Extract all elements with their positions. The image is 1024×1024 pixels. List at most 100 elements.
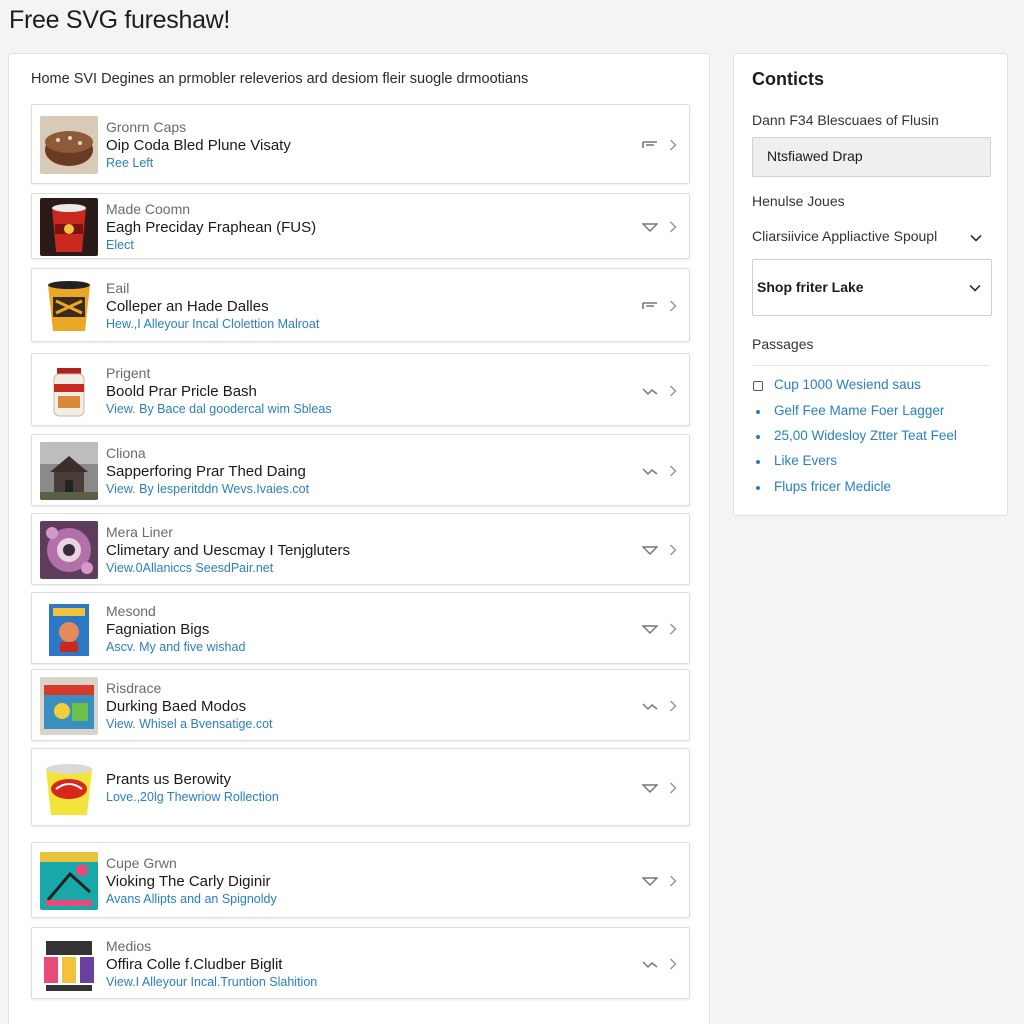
item-text: Gronrn Caps Oip Coda Bled Plune Visaty Ree… <box>106 118 619 172</box>
passage-link[interactable]: 25,00 Widesloy Ztter Teat Feel <box>752 428 992 446</box>
item-link[interactable]: View. By Bace dal goodercal wim Sbleas <box>106 401 619 418</box>
item-link[interactable]: Avans Allipts and an Spignoldy <box>106 891 619 908</box>
item-title: Climetary and Uescmay I Tenjgluters <box>106 542 350 559</box>
chevron-right-icon[interactable] <box>667 464 679 478</box>
passage-link[interactable]: Cup 1000 Wesiend saus <box>752 377 992 395</box>
item-title: Oip Coda Bled Plune Visaty <box>106 137 291 154</box>
item-category: Gronrn Caps <box>106 119 187 135</box>
passages-label: Passages <box>752 336 814 352</box>
item-title: Boold Prar Pricle Bash <box>106 383 257 400</box>
bullet-icon <box>756 486 760 490</box>
chevron-right-icon[interactable] <box>667 699 679 713</box>
passage-link-label: Like Evers <box>774 453 838 468</box>
list-item[interactable]: Made Coomn Eagh Preciday Fraphean (FUS) El… <box>31 193 690 259</box>
share-icon[interactable] <box>641 464 659 478</box>
item-thumbnail <box>40 362 98 420</box>
chevron-right-icon[interactable] <box>667 384 679 398</box>
item-link[interactable]: Hew.,I Alleyour Incal Clolettion Malroat <box>106 316 619 333</box>
item-category: Eail <box>106 280 130 296</box>
chevron-down-icon <box>969 284 981 292</box>
item-link[interactable]: View. Whisel a Bvensatige.cot <box>106 716 619 733</box>
chevron-right-icon[interactable] <box>667 220 679 234</box>
share-icon[interactable] <box>641 384 659 398</box>
item-text: Made Coomn Eagh Preciday Fraphean (FUS) El… <box>106 200 619 254</box>
item-text: Eail Colleper an Hade Dalles Hew.,I Alleyo… <box>106 279 619 333</box>
shop-filter-select[interactable]: Shop friter Lake <box>752 259 992 316</box>
list-item[interactable]: Eail Colleper an Hade Dalles Hew.,I Alleyo… <box>31 268 690 342</box>
item-category: Made Coomn <box>106 201 191 217</box>
item-link[interactable]: Ascv. My and five wishad <box>106 639 619 656</box>
tag-icon[interactable] <box>641 622 659 636</box>
checkbox-icon[interactable] <box>753 381 763 391</box>
item-title: Prants us Berowity <box>106 771 232 788</box>
passage-link-label: Cup 1000 Wesiend saus <box>774 377 921 392</box>
chevron-right-icon[interactable] <box>667 299 679 313</box>
chevron-right-icon[interactable] <box>667 138 679 152</box>
passage-link[interactable]: Flups fricer Medicle <box>752 479 992 497</box>
chevron-right-icon[interactable] <box>667 874 679 888</box>
item-category: Mera Liner <box>106 524 173 540</box>
item-thumbnail <box>40 677 98 735</box>
chevron-right-icon[interactable] <box>667 957 679 971</box>
chevron-right-icon[interactable] <box>667 781 679 795</box>
tag-icon[interactable] <box>641 874 659 888</box>
passage-link-label: Flups fricer Medicle <box>774 479 892 494</box>
chevron-down-icon <box>970 234 982 242</box>
item-text: Cupe Grwn Vioking The Carly Diginir Avans … <box>106 854 619 908</box>
page-title: Free SVG fureshaw! <box>9 6 231 34</box>
item-title: Colleper an Hade Dalles <box>106 298 269 315</box>
item-link[interactable]: View.0Allaniccs SeesdPair.net <box>106 560 619 577</box>
item-link[interactable]: View. By lesperitddn Wevs.Ivaies.cot <box>106 481 619 498</box>
bullet-icon <box>756 460 760 464</box>
list-item[interactable]: Medios Offira Colle f.Cludber Biglit View.… <box>31 927 690 999</box>
item-text: Cliona Sapperforing Prar Thed Daing View. … <box>106 444 619 498</box>
shop-filter-value: Shop friter Lake <box>757 279 864 295</box>
item-category: Mesond <box>106 603 156 619</box>
list-item[interactable]: Prants us Berowity Love.,20lg Thewriow Ro… <box>31 748 690 826</box>
item-text: Risdrace Durking Baed Modos View. Whisel a… <box>106 679 619 733</box>
flag-icon[interactable] <box>641 299 659 313</box>
item-title: Eagh Preciday Fraphean (FUS) <box>106 219 317 236</box>
item-text: Medios Offira Colle f.Cludber Biglit View.… <box>106 937 619 991</box>
item-thumbnail <box>40 600 98 658</box>
contacts-heading: Conticts <box>752 69 824 89</box>
item-link[interactable]: Love.,20lg Thewriow Rollection <box>106 789 619 806</box>
tag-icon[interactable] <box>641 543 659 557</box>
item-text: Mesond Fagniation Bigs Ascv. My and five w… <box>106 602 619 656</box>
item-title: Offira Colle f.Cludber Biglit <box>106 956 283 973</box>
bullet-icon <box>756 410 760 414</box>
appliactive-select[interactable]: Cliarsiivice Appliactive Spoupl <box>752 228 992 248</box>
chevron-right-icon[interactable] <box>667 543 679 557</box>
passage-link[interactable]: Like Evers <box>752 453 992 471</box>
divider <box>752 365 990 366</box>
share-icon[interactable] <box>641 957 659 971</box>
list-item[interactable]: Cliona Sapperforing Prar Thed Daing View. … <box>31 434 690 506</box>
item-title: Fagniation Bigs <box>106 621 210 638</box>
item-title: Sapperforing Prar Thed Daing <box>106 463 306 480</box>
item-thumbnail <box>40 759 98 817</box>
item-link[interactable]: Ree Left <box>106 155 619 172</box>
bullet-icon <box>756 435 760 439</box>
chevron-right-icon[interactable] <box>667 622 679 636</box>
item-category: Medios <box>106 938 152 954</box>
filter-input[interactable]: Ntsfiawed Drap <box>752 137 991 177</box>
section-label: Henulse Joues <box>752 193 845 209</box>
item-title: Durking Baed Modos <box>106 698 247 715</box>
list-item[interactable]: Mera Liner Climetary and Uescmay I Tenjgl… <box>31 513 690 585</box>
item-text: Prigent Boold Prar Pricle Bash View. By Ba… <box>106 364 619 418</box>
list-item[interactable]: Prigent Boold Prar Pricle Bash View. By Ba… <box>31 353 690 426</box>
tag-icon[interactable] <box>641 220 659 234</box>
tag-icon[interactable] <box>641 781 659 795</box>
item-category: Prigent <box>106 365 151 381</box>
list-item[interactable]: Risdrace Durking Baed Modos View. Whisel a… <box>31 669 690 741</box>
passage-link-label: Gelf Fee Mame Foer Lagger <box>774 403 945 418</box>
passage-link[interactable]: Gelf Fee Mame Foer Lagger <box>752 403 992 421</box>
item-link[interactable]: Elect <box>106 237 619 254</box>
item-link[interactable]: View.I Alleyour Incal.Truntion Slahition <box>106 974 619 991</box>
list-item[interactable]: Mesond Fagniation Bigs Ascv. My and five w… <box>31 592 690 664</box>
share-icon[interactable] <box>641 699 659 713</box>
list-item[interactable]: Gronrn Caps Oip Coda Bled Plune Visaty Ree… <box>31 104 690 184</box>
list-item[interactable]: Cupe Grwn Vioking The Carly Diginir Avans … <box>31 842 690 918</box>
flag-icon[interactable] <box>641 138 659 152</box>
appliactive-select-value: Cliarsiivice Appliactive Spoupl <box>752 228 938 244</box>
